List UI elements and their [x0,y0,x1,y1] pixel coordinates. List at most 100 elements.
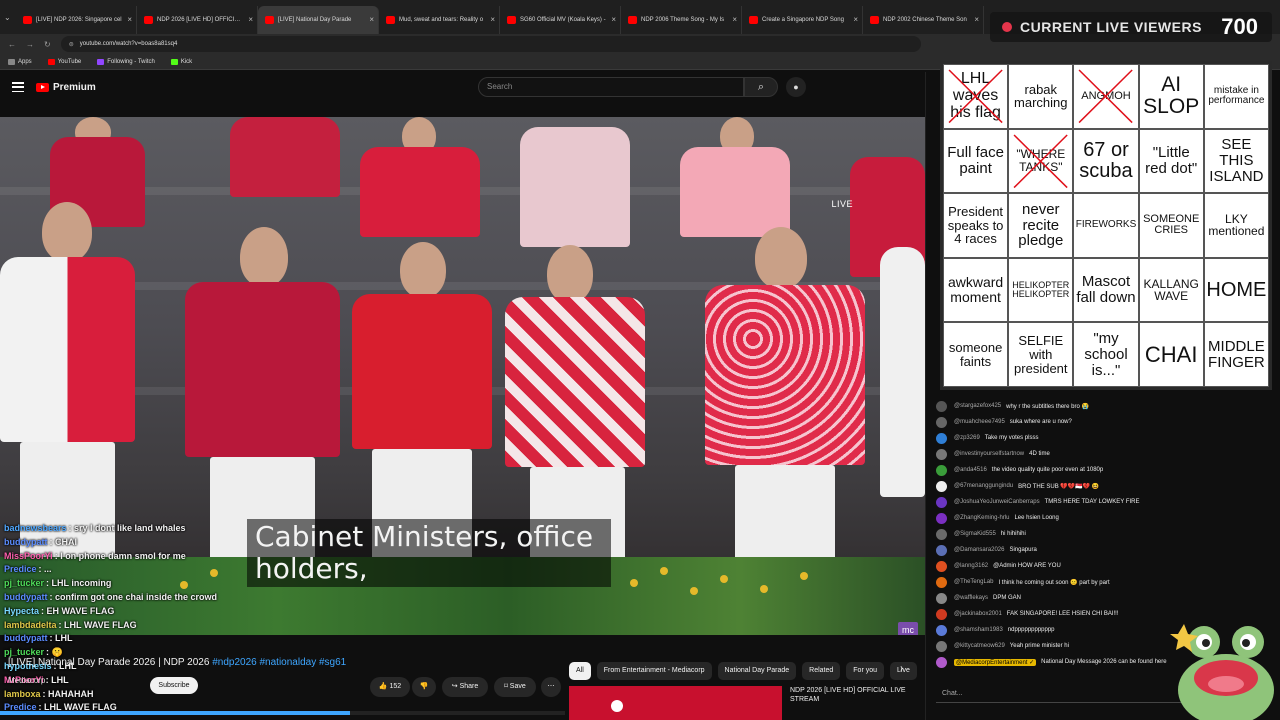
chat-author[interactable]: @MediacorpEntertainment ✓ [954,658,1037,666]
avatar[interactable] [936,432,947,444]
tab-label: Create a Singapore NDP Song [762,17,844,23]
tab-search-icon[interactable]: ⌄ [4,13,16,22]
browser-tab[interactable]: SG60 Official MV (Koala Keys) - × [500,6,621,34]
tab-close-icon[interactable]: × [490,6,495,34]
filter-chip[interactable]: Live [890,662,917,680]
chat-author[interactable]: @investinyourselfstartnow [954,451,1024,457]
chat-author[interactable]: @kittycatmeow629 [954,643,1005,649]
avatar[interactable] [936,576,947,588]
search-input[interactable]: Search [478,77,744,97]
bookmark-item[interactable]: YouTube [47,58,81,65]
share-button[interactable]: ↪ Share [442,677,488,697]
address-bar[interactable]: ⊜ youtube.com/watch?v=boas8a81sq4 [60,36,921,52]
browser-tab[interactable]: Create a Singapore NDP Song × [742,6,863,34]
chat-input[interactable]: Chat... [936,685,1186,703]
dislike-button[interactable]: 👎 [412,677,436,697]
filter-chip[interactable]: National Day Parade [717,662,797,680]
chat-author[interactable]: @JoshuaYeoJunweiCanberraps [954,499,1040,505]
avatar[interactable] [936,400,947,412]
avatar[interactable] [936,560,947,572]
more-options-icon[interactable]: ⋯ [541,677,561,697]
video-progress-bar[interactable] [0,711,565,715]
tab-close-icon[interactable]: × [853,6,858,34]
tab-close-icon[interactable]: × [369,6,374,34]
avatar[interactable] [936,656,947,668]
bingo-cell: AI SLOP [1138,64,1204,129]
subscribe-button[interactable]: Subscribe [150,677,198,694]
overlay-chat-line: lambdadelta: LHL WAVE FLAG [4,619,264,633]
browser-tab[interactable]: NDP 2026 [LIVE HD] OFFICIAL L × [137,6,258,34]
bookmark-icon [47,58,55,65]
channel-name[interactable]: Mediacorp [8,676,45,685]
filter-chip[interactable]: For you [846,662,885,680]
bingo-cell-text: Mascot fall down [1076,273,1136,307]
reload-icon[interactable]: ↻ [44,40,51,49]
bingo-cell: mistake in performance [1203,64,1269,129]
avatar[interactable] [936,448,947,460]
chat-author[interactable]: @zp3269 [954,435,980,441]
avatar[interactable] [936,640,947,652]
chat-author[interactable]: @SigmaKid555 [954,531,996,537]
avatar[interactable] [936,528,947,540]
browser-tab[interactable]: [LIVE] NDP 2026: Singapore cel × [16,6,137,34]
microphone-icon[interactable]: ● [786,77,806,97]
menu-icon[interactable] [12,82,24,92]
avatar[interactable] [936,464,947,476]
back-icon[interactable]: ← [8,40,16,49]
avatar[interactable] [936,608,947,620]
avatar[interactable] [936,480,947,492]
related-video-title[interactable]: NDP 2026 [LIVE HD] OFFICIAL LIVE STREAM [790,686,910,704]
chat-author[interactable]: @muahcheee7495 [954,419,1005,425]
bookmark-item[interactable]: Apps [8,58,32,65]
bingo-cell-text: KALLANG WAVE [1143,276,1199,304]
avatar[interactable] [936,624,947,636]
viewers-count: 700 [1221,14,1258,39]
browser-tab[interactable]: NDP 2002 Chinese Theme Son × [863,6,984,34]
tab-close-icon[interactable]: × [611,6,616,34]
tab-close-icon[interactable]: × [248,6,253,34]
chat-author[interactable]: @jackinabox2001 [954,611,1002,617]
chips-next-icon[interactable]: › [900,663,903,674]
tab-close-icon[interactable]: × [127,6,132,34]
screen: ⌄ [LIVE] NDP 2026: Singapore cel × NDP 202… [0,0,1280,720]
avatar[interactable] [936,496,947,508]
search-icon[interactable]: ⌕ [744,77,778,97]
avatar[interactable] [936,416,947,428]
forward-icon[interactable]: → [26,40,34,49]
chat-text: 4D time [1029,451,1050,457]
bookmark-item[interactable]: Kick [170,58,192,65]
chat-author[interactable]: @anda4516 [954,467,987,473]
bingo-cell: SOMEONE CRIES [1138,193,1204,258]
like-button[interactable]: 👍 152 [370,677,410,697]
tab-close-icon[interactable]: × [732,6,737,34]
avatar[interactable] [936,512,947,524]
youtube-logo[interactable]: Premium [36,82,96,93]
chat-author[interactable]: @67menanggungindu [954,483,1013,489]
browser-tab[interactable]: NDP 2006 Theme Song - My Is × [621,6,742,34]
bingo-cell: 67 or scuba [1073,128,1139,194]
chat-author[interactable]: @lanng3162 [954,563,988,569]
bookmark-item[interactable]: Following - Twitch [97,58,155,65]
chat-author[interactable]: @ZhangKeming-hrlu [954,515,1009,521]
chat-author[interactable]: @TheTengLab [954,579,993,585]
avatar[interactable] [936,544,947,556]
chat-author[interactable]: @shamsham1983 [954,627,1003,633]
avatar[interactable] [936,592,947,604]
video-hashtags[interactable]: #ndp2026 #nationalday #sg61 [212,657,346,668]
bingo-cell: ANGMOH [1073,64,1139,129]
site-info-icon[interactable]: ⊜ [69,41,74,48]
save-button[interactable]: ⌑ Save [494,677,536,697]
filter-chip[interactable]: Related [802,662,841,680]
browser-tab[interactable]: [LIVE] National Day Parade × [258,6,379,34]
filter-chip[interactable]: From Entertainment - Mediacorp [596,662,712,680]
chat-author[interactable]: @wafflekays [954,595,988,601]
chat-author[interactable]: @Damansara2026 [954,547,1004,553]
browser-tab[interactable]: Mud, sweat and tears: Reality o × [379,6,500,34]
filter-chip[interactable]: All [569,662,591,680]
related-video-thumbnail[interactable] [569,686,782,720]
tab-close-icon[interactable]: × [974,6,979,34]
bookmark-label: Apps [18,58,32,65]
bingo-cell-text: never recite pledge [1018,200,1064,250]
chat-author[interactable]: @stargazefox425 [954,403,1001,409]
tab-favicon-icon [749,16,758,24]
